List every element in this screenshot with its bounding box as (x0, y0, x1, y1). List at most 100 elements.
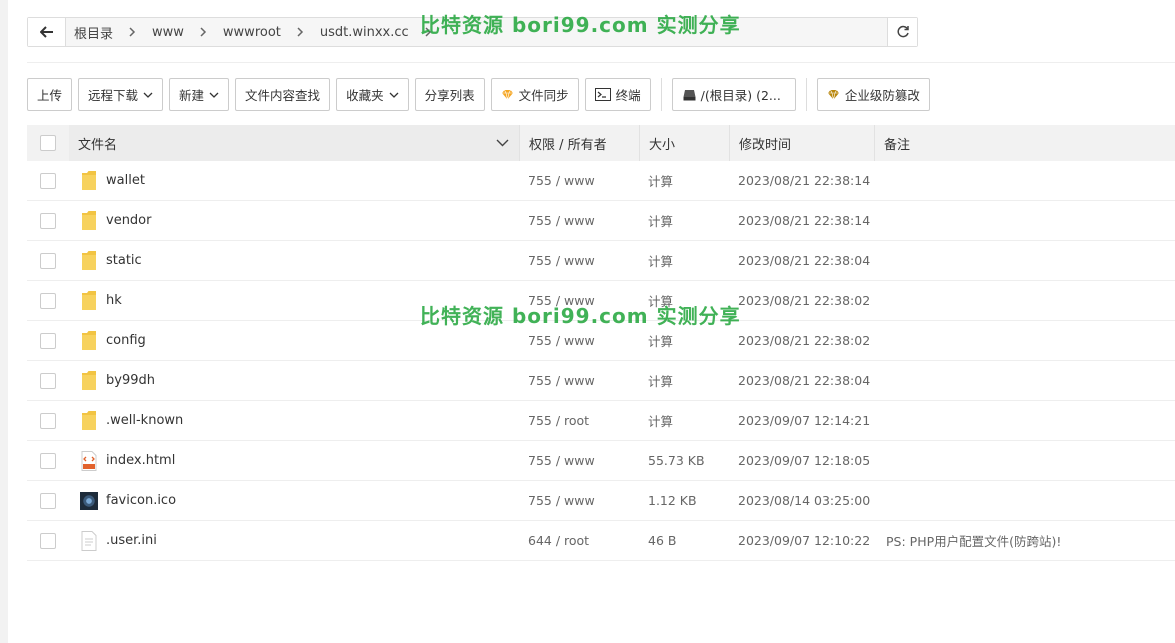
select-all-checkbox[interactable] (40, 135, 56, 151)
breadcrumb-item[interactable]: 根目录 (70, 23, 117, 42)
table-row[interactable]: wallet 755 / www 计算 2023/08/21 22:38:14 (27, 161, 1175, 201)
perm-cell[interactable]: 644 / root (519, 533, 639, 548)
row-checkbox[interactable] (40, 452, 56, 469)
chevron-down-icon[interactable] (496, 139, 509, 147)
table-row[interactable]: by99dh 755 / www 计算 2023/08/21 22:38:04 (27, 361, 1175, 401)
row-check-cell (27, 252, 69, 269)
mtime-cell: 2023/09/07 12:18:05 (738, 453, 871, 468)
divider (27, 62, 1175, 63)
file-name[interactable]: favicon.ico (106, 493, 176, 508)
header-name[interactable]: 文件名 (69, 125, 519, 161)
row-checkbox[interactable] (40, 412, 56, 429)
back-button[interactable] (28, 18, 66, 46)
remote-download-button[interactable]: 远程下载 (78, 78, 164, 111)
size-cell[interactable]: 计算 (639, 251, 729, 270)
row-check-cell (27, 372, 69, 389)
breadcrumb-item[interactable]: usdt.winxx.cc (316, 25, 413, 40)
perm-cell[interactable]: 755 / www (519, 373, 639, 388)
folder-icon (80, 170, 98, 192)
row-checkbox[interactable] (40, 332, 56, 349)
header-perm[interactable]: 权限 / 所有者 (519, 125, 639, 161)
table-row[interactable]: .user.ini 644 / root 46 B 2023/09/07 12:10:… (27, 521, 1175, 561)
row-checkbox[interactable] (40, 372, 56, 389)
mtime-cell: 2023/08/14 03:25:00 (738, 493, 871, 508)
file-name[interactable]: index.html (106, 453, 175, 468)
table-row[interactable]: favicon.ico 755 / www 1.12 KB 2023/08/14 03… (27, 481, 1175, 521)
row-check-cell (27, 212, 69, 229)
row-checkbox[interactable] (40, 532, 56, 549)
name-cell: .well-known (69, 410, 519, 432)
file-name[interactable]: .user.ini (106, 533, 157, 548)
refresh-button[interactable] (887, 18, 917, 46)
perm-cell[interactable]: 755 / www (519, 173, 639, 188)
size-cell[interactable]: 计算 (639, 331, 729, 350)
mtime-cell: 2023/08/21 22:38:14 (738, 213, 871, 228)
perm-cell[interactable]: 755 / root (519, 413, 639, 428)
tamper-protect-button[interactable]: 企业级防篡改 (816, 78, 930, 111)
row-check-cell (27, 532, 69, 549)
folder-icon (80, 410, 98, 432)
diamond-icon (501, 89, 513, 100)
size-cell[interactable]: 计算 (639, 211, 729, 230)
size-cell[interactable]: 计算 (639, 371, 729, 390)
row-checkbox[interactable] (40, 172, 56, 189)
file-name[interactable]: wallet (106, 173, 145, 188)
name-cell: index.html (69, 450, 519, 472)
table-row[interactable]: vendor 755 / www 计算 2023/08/21 22:38:14 (27, 201, 1175, 241)
toolbar-separator (660, 78, 662, 111)
file-name[interactable]: static (106, 253, 142, 268)
perm-cell[interactable]: 755 / www (519, 213, 639, 228)
arrow-left-icon (39, 26, 53, 38)
perm-cell[interactable]: 755 / www (519, 253, 639, 268)
terminal-icon (594, 88, 611, 101)
terminal-button[interactable]: 终端 (584, 78, 651, 111)
row-check-cell (27, 412, 69, 429)
note-cell[interactable]: PS: PHP用户配置文件(防跨站)! (874, 531, 1175, 550)
row-checkbox[interactable] (40, 252, 56, 269)
perm-cell[interactable]: 755 / www (519, 493, 639, 508)
file-name[interactable]: config (106, 333, 146, 348)
new-button[interactable]: 新建 (169, 78, 230, 111)
size-cell[interactable]: 计算 (639, 171, 729, 190)
search-content-button[interactable]: 文件内容查找 (235, 78, 331, 111)
row-checkbox[interactable] (40, 492, 56, 509)
name-cell: static (69, 250, 519, 272)
share-list-button[interactable]: 分享列表 (414, 78, 485, 111)
row-check-cell (27, 292, 69, 309)
folder-icon (80, 330, 98, 352)
file-name[interactable]: vendor (106, 213, 151, 228)
favorites-button[interactable]: 收藏夹 (336, 78, 409, 111)
row-checkbox[interactable] (40, 292, 56, 309)
chevron-right-icon (117, 27, 148, 37)
row-checkbox[interactable] (40, 212, 56, 229)
header-mtime[interactable]: 修改时间 (729, 125, 874, 161)
perm-cell[interactable]: 755 / www (519, 333, 639, 348)
name-cell: wallet (69, 170, 519, 192)
table-row[interactable]: .well-known 755 / root 计算 2023/09/07 12:14:… (27, 401, 1175, 441)
toolbar-separator (805, 78, 807, 111)
table-row[interactable]: static 755 / www 计算 2023/08/21 22:38:04 (27, 241, 1175, 281)
upload-button[interactable]: 上传 (27, 78, 73, 111)
header-size[interactable]: 大小 (639, 125, 729, 161)
name-cell: config (69, 330, 519, 352)
file-name[interactable]: hk (106, 293, 122, 308)
size-cell[interactable]: 计算 (639, 411, 729, 430)
disk-button[interactable]: /(根目录) (2... (671, 78, 796, 111)
diamond-icon (827, 89, 839, 100)
row-check-cell (27, 172, 69, 189)
chevron-down-icon (389, 92, 399, 98)
mtime-cell: 2023/08/21 22:38:14 (738, 173, 871, 188)
mtime-cell: 2023/09/07 12:10:22 (738, 533, 871, 548)
breadcrumb-item[interactable]: wwwroot (219, 25, 285, 40)
header-note: 备注 (874, 125, 1175, 161)
perm-cell[interactable]: 755 / www (519, 453, 639, 468)
file-name[interactable]: .well-known (106, 413, 183, 428)
row-check-cell (27, 492, 69, 509)
table-row[interactable]: index.html 755 / www 55.73 KB 2023/09/07 12… (27, 441, 1175, 481)
name-cell: by99dh (69, 370, 519, 392)
breadcrumb-item[interactable]: www (148, 25, 188, 40)
file-name[interactable]: by99dh (106, 373, 155, 388)
chevron-down-icon (143, 92, 153, 98)
html-file-icon (80, 450, 98, 472)
file-sync-button[interactable]: 文件同步 (490, 78, 579, 111)
